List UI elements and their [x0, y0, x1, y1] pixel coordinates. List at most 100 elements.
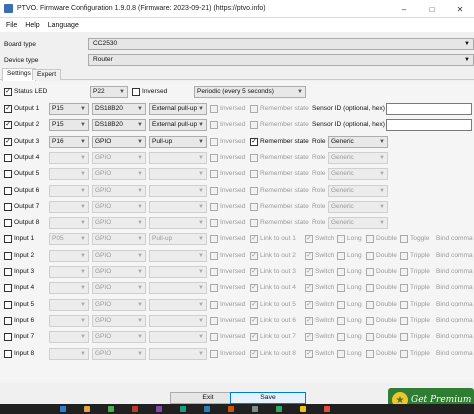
output-pin-select[interactable]: ▼ — [49, 217, 89, 230]
output-pull-select[interactable]: ▼ — [149, 200, 207, 213]
input-switch-checkbox[interactable]: ✓ — [305, 316, 313, 325]
output-type-select[interactable]: DS18B20 ▼ — [92, 103, 146, 115]
output-enable-checkbox[interactable] — [4, 219, 12, 228]
output-pull-select[interactable]: External pull-up ▼ — [149, 103, 207, 115]
input-type-select[interactable]: GPIO ▼ — [92, 282, 146, 295]
input-pull-select[interactable]: ▼ — [149, 298, 207, 311]
input-extra-checkbox[interactable] — [400, 284, 408, 293]
input-switch-checkbox[interactable]: ✓ — [305, 268, 313, 276]
output-inversed-checkbox[interactable] — [210, 153, 218, 162]
output-role-select[interactable]: Generic ▼ — [328, 200, 388, 213]
input-long-checkbox[interactable] — [337, 268, 345, 276]
input-pin-select[interactable]: P05 ▼ — [49, 233, 89, 246]
menu-file[interactable]: File — [6, 22, 17, 29]
input-long-checkbox[interactable] — [337, 333, 345, 342]
output-type-select[interactable]: GPIO ▼ — [92, 135, 146, 148]
input-double-checkbox[interactable] — [366, 235, 374, 244]
input-extra-checkbox[interactable] — [400, 333, 408, 342]
output-remember-checkbox[interactable]: ✓ — [250, 137, 258, 146]
input-inversed-checkbox[interactable] — [210, 316, 218, 325]
maximize-icon[interactable]: □ — [418, 0, 446, 18]
input-switch-checkbox[interactable]: ✓ — [305, 284, 313, 293]
input-double-checkbox[interactable] — [366, 268, 374, 276]
input-type-select[interactable]: GPIO ▼ — [92, 347, 146, 360]
input-pin-select[interactable]: ▼ — [49, 266, 89, 278]
input-double-checkbox[interactable] — [366, 300, 374, 309]
save-button[interactable]: Save — [230, 392, 306, 404]
input-link-checkbox[interactable]: ✓ — [250, 268, 258, 276]
output-remember-checkbox[interactable] — [250, 186, 258, 195]
input-enable-checkbox[interactable] — [4, 251, 12, 260]
input-pull-select[interactable]: ▼ — [149, 282, 207, 295]
output-inversed-checkbox[interactable] — [210, 202, 218, 211]
taskbar-app-icon[interactable] — [324, 406, 330, 412]
input-inversed-checkbox[interactable] — [210, 284, 218, 293]
output-inversed-checkbox[interactable] — [210, 186, 218, 195]
taskbar-app-icon[interactable] — [60, 406, 66, 412]
input-pull-select[interactable]: ▼ — [149, 331, 207, 344]
input-link-checkbox[interactable]: ✓ — [250, 284, 258, 293]
output-enable-checkbox[interactable]: ✓ — [4, 137, 12, 146]
output-inversed-checkbox[interactable] — [210, 105, 218, 113]
input-long-checkbox[interactable] — [337, 235, 345, 244]
tab-expert[interactable]: Expert — [32, 69, 62, 80]
output-type-select[interactable]: GPIO ▼ — [92, 151, 146, 164]
input-inversed-checkbox[interactable] — [210, 349, 218, 358]
tab-settings[interactable]: Settings — [2, 68, 36, 81]
taskbar-app-icon[interactable] — [156, 406, 162, 412]
sensor-id-input[interactable] — [386, 103, 472, 115]
taskbar-folder-icon[interactable] — [84, 406, 90, 412]
device-type-select[interactable]: Router ▼ — [88, 54, 474, 66]
output-pin-select[interactable]: ▼ — [49, 184, 89, 197]
output-pin-select[interactable]: P15 ▼ — [49, 103, 89, 115]
output-remember-checkbox[interactable] — [250, 219, 258, 228]
output-enable-checkbox[interactable] — [4, 153, 12, 162]
input-pull-select[interactable]: ▼ — [149, 249, 207, 262]
input-pull-select[interactable]: ▼ — [149, 347, 207, 360]
output-enable-checkbox[interactable]: ✓ — [4, 121, 12, 130]
taskbar-app-icon[interactable] — [180, 406, 186, 412]
output-type-select[interactable]: GPIO ▼ — [92, 184, 146, 197]
input-long-checkbox[interactable] — [337, 300, 345, 309]
input-enable-checkbox[interactable] — [4, 349, 12, 358]
input-enable-checkbox[interactable] — [4, 300, 12, 309]
input-pin-select[interactable]: ▼ — [49, 331, 89, 344]
input-double-checkbox[interactable] — [366, 284, 374, 293]
output-role-select[interactable]: Generic ▼ — [328, 217, 388, 230]
input-link-checkbox[interactable]: ✓ — [250, 333, 258, 342]
input-enable-checkbox[interactable] — [4, 235, 12, 244]
output-pull-select[interactable]: Pull-up ▼ — [149, 135, 207, 148]
output-inversed-checkbox[interactable] — [210, 219, 218, 228]
input-type-select[interactable]: GPIO ▼ — [92, 298, 146, 311]
output-type-select[interactable]: GPIO ▼ — [92, 168, 146, 181]
output-pull-select[interactable]: External pull-up ▼ — [149, 119, 207, 132]
taskbar-app-icon[interactable] — [252, 406, 258, 412]
input-extra-checkbox[interactable] — [400, 349, 408, 358]
input-enable-checkbox[interactable] — [4, 268, 12, 276]
output-pull-select[interactable]: ▼ — [149, 184, 207, 197]
input-type-select[interactable]: GPIO ▼ — [92, 249, 146, 262]
input-type-select[interactable]: GPIO ▼ — [92, 314, 146, 327]
output-pull-select[interactable]: ▼ — [149, 217, 207, 230]
input-enable-checkbox[interactable] — [4, 316, 12, 325]
output-enable-checkbox[interactable]: ✓ — [4, 105, 12, 113]
output-remember-checkbox[interactable] — [250, 153, 258, 162]
input-link-checkbox[interactable]: ✓ — [250, 349, 258, 358]
input-inversed-checkbox[interactable] — [210, 333, 218, 342]
input-long-checkbox[interactable] — [337, 284, 345, 293]
input-extra-checkbox[interactable] — [400, 268, 408, 276]
input-link-checkbox[interactable]: ✓ — [250, 316, 258, 325]
output-pull-select[interactable]: ▼ — [149, 151, 207, 164]
input-pin-select[interactable]: ▼ — [49, 347, 89, 360]
taskbar-app-icon[interactable] — [276, 406, 282, 412]
input-pull-select[interactable]: ▼ — [149, 314, 207, 327]
input-extra-checkbox[interactable] — [400, 251, 408, 260]
taskbar-app-icon[interactable] — [228, 406, 234, 412]
output-role-select[interactable]: Generic ▼ — [328, 184, 388, 197]
taskbar-app-icon[interactable] — [108, 406, 114, 412]
input-type-select[interactable]: GPIO ▼ — [92, 331, 146, 344]
input-double-checkbox[interactable] — [366, 333, 374, 342]
input-type-select[interactable]: GPIO ▼ — [92, 266, 146, 278]
output-role-select[interactable]: Generic ▼ — [328, 151, 388, 164]
minimize-icon[interactable]: – — [390, 0, 418, 18]
